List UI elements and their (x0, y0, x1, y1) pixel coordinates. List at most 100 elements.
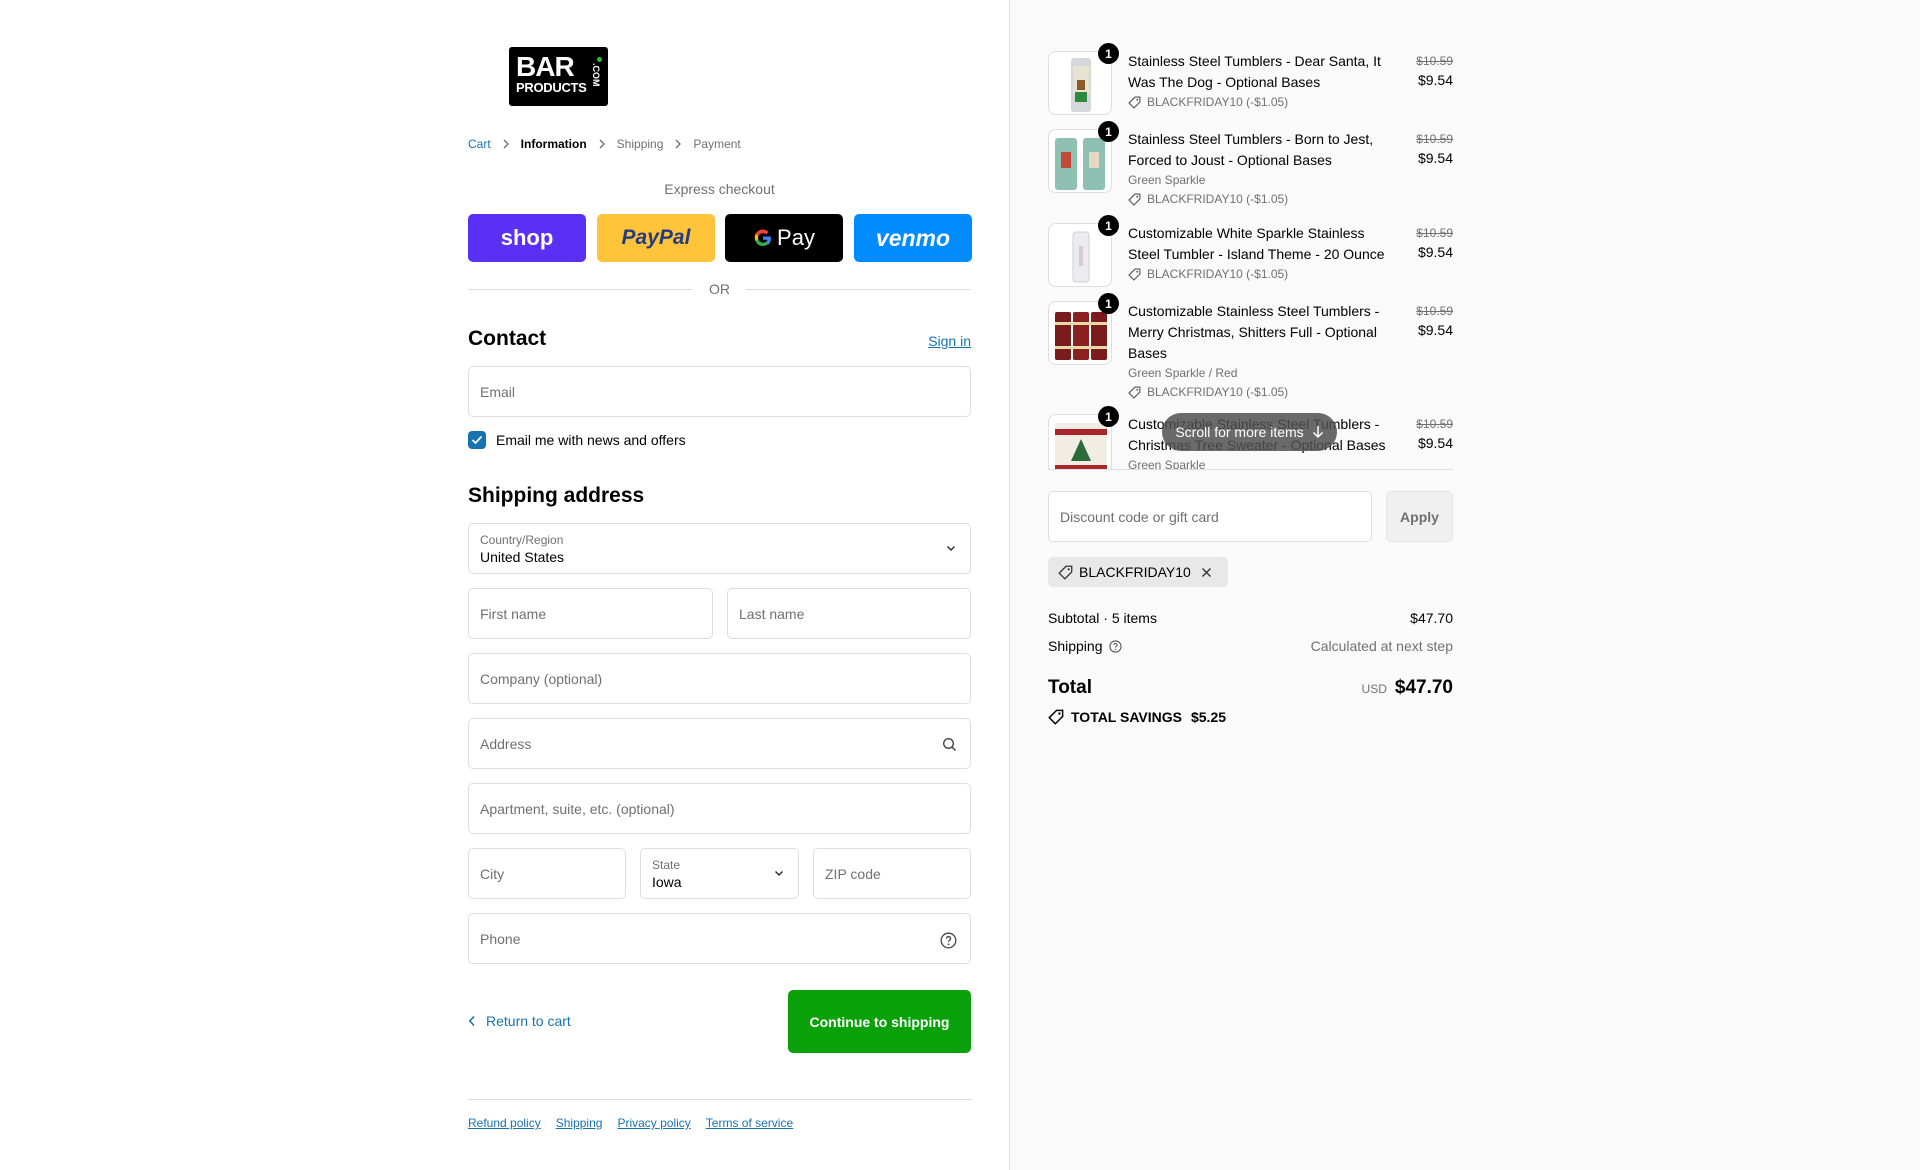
item-variant: Green Sparkle (1128, 458, 1206, 470)
apartment-field[interactable]: Apartment, suite, etc. (optional) (468, 783, 971, 834)
scroll-hint-label: Scroll for more items (1175, 424, 1304, 440)
item-discount: BLACKFRIDAY10 (-$1.05) (1128, 190, 1398, 209)
last-name-field[interactable]: Last name (727, 588, 971, 639)
total-currency: USD (1361, 682, 1387, 696)
shop-pay-button[interactable]: shop (468, 214, 586, 262)
chevron-down-icon (773, 867, 785, 879)
email-field[interactable]: Email (468, 366, 971, 417)
item-discount-text: BLACKFRIDAY10 (-$1.05) (1147, 385, 1289, 399)
footer-divider (468, 1099, 972, 1100)
or-text: OR (709, 281, 730, 297)
first-name-field[interactable]: First name (468, 588, 713, 639)
phone-field[interactable]: Phone (468, 913, 971, 964)
tag-icon (1128, 268, 1141, 281)
item-original-price: $10.59 (1416, 132, 1453, 146)
total-value: $47.70 (1394, 677, 1453, 698)
breadcrumb-information: Information (520, 137, 587, 151)
help-icon[interactable] (940, 932, 957, 949)
apply-label: Apply (1400, 508, 1439, 525)
item-name: Stainless Steel Tumblers - Dear Santa, I… (1128, 53, 1381, 90)
discount-code-input[interactable]: Discount code or gift card (1048, 491, 1372, 542)
chevron-right-icon (674, 139, 682, 149)
savings-value: $5.25 (1190, 709, 1227, 725)
checkbox-checked-icon[interactable] (468, 431, 486, 449)
order-summary-panel: 1 Stainless Steel Tumblers - Dear Santa,… (1009, 0, 1920, 1170)
google-g-icon (753, 228, 773, 248)
venmo-label: venmo (875, 224, 951, 251)
refund-policy-link[interactable]: Refund policy (468, 1116, 541, 1130)
breadcrumb: Cart Information Shipping Payment (468, 137, 741, 151)
continue-to-shipping-button[interactable]: Continue to shipping (788, 990, 971, 1053)
item-details: Customizable White Sparkle Stainless Ste… (1128, 223, 1398, 284)
cart-items-list[interactable]: 1 Stainless Steel Tumblers - Dear Santa,… (1048, 40, 1453, 470)
zip-field[interactable]: ZIP code (813, 848, 971, 899)
search-icon (942, 737, 957, 752)
newsletter-checkbox-row[interactable]: Email me with news and offers (468, 431, 686, 449)
privacy-policy-link[interactable]: Privacy policy (617, 1116, 690, 1130)
item-discount: BLACKFRIDAY10 (-$1.05) (1128, 383, 1398, 402)
item-price: $9.54 (1417, 244, 1453, 260)
chevron-right-icon (598, 139, 606, 149)
subtotal-label: Subtotal · 5 items (1048, 610, 1157, 626)
quantity-badge: 1 (1098, 121, 1119, 142)
address-field[interactable]: Address (468, 718, 971, 769)
continue-label: Continue to shipping (809, 1013, 950, 1030)
subtotal-row: Subtotal · 5 items $47.70 (1048, 610, 1453, 626)
quantity-badge: 1 (1098, 215, 1119, 236)
paypal-button[interactable]: PayPal (597, 214, 715, 262)
item-original-price: $10.59 (1416, 226, 1453, 240)
total-label: Total (1048, 677, 1092, 698)
breadcrumb-cart[interactable]: Cart (468, 137, 491, 151)
shipping-policy-link[interactable]: Shipping (556, 1116, 603, 1130)
item-discount-text: BLACKFRIDAY10 (-$1.05) (1147, 267, 1289, 281)
apply-discount-button[interactable]: Apply (1386, 491, 1453, 542)
remove-discount-icon[interactable] (1201, 567, 1218, 578)
items-divider (1048, 469, 1453, 470)
paypal-label: PayPal (621, 226, 691, 249)
google-pay-label: Pay (777, 225, 815, 250)
help-icon[interactable] (1108, 639, 1122, 653)
breadcrumb-shipping: Shipping (616, 137, 664, 151)
tag-icon (1128, 193, 1141, 206)
google-pay-button[interactable]: Pay (725, 214, 843, 262)
logo-text: BAR (516, 51, 575, 82)
scroll-for-more-button[interactable]: Scroll for more items (1162, 413, 1337, 451)
or-divider: OR (468, 280, 971, 298)
venmo-button[interactable]: venmo (854, 214, 972, 262)
item-price: $9.54 (1417, 435, 1453, 451)
chevron-right-icon (502, 139, 510, 149)
address-placeholder: Address (480, 736, 532, 752)
state-label: State (652, 858, 681, 872)
item-variant: Green Sparkle / Red (1128, 366, 1238, 380)
brand-logo[interactable]: BAR PRODUCTS .COM (509, 47, 608, 106)
logo-suffix: .COM (591, 63, 601, 87)
return-to-cart-label: Return to cart (486, 1013, 571, 1029)
first-name-placeholder: First name (480, 606, 547, 622)
item-details: Stainless Steel Tumblers - Dear Santa, I… (1128, 51, 1398, 112)
company-field[interactable]: Company (optional) (468, 653, 971, 704)
country-select[interactable]: Country/Region United States (468, 523, 971, 574)
sign-in-link[interactable]: Sign in (928, 333, 971, 349)
shipping-label: Shipping (1048, 638, 1103, 654)
item-original-price: $10.59 (1416, 417, 1453, 431)
shipping-value: Calculated at next step (1310, 638, 1453, 654)
tag-icon (1128, 96, 1141, 109)
logo-text-2: PRODUCTS (516, 80, 587, 95)
zip-placeholder: ZIP code (825, 866, 881, 882)
item-name: Customizable Stainless Steel Tumblers - … (1128, 303, 1380, 361)
state-select[interactable]: State Iowa (640, 848, 799, 899)
item-discount-text: BLACKFRIDAY10 (-$1.05) (1147, 192, 1289, 206)
tag-icon (1128, 386, 1141, 399)
phone-placeholder: Phone (480, 931, 521, 947)
contact-heading: Contact (468, 327, 547, 350)
return-to-cart-link[interactable]: Return to cart (468, 1013, 571, 1029)
item-details: Customizable Stainless Steel Tumblers - … (1128, 301, 1398, 402)
terms-of-service-link[interactable]: Terms of service (706, 1116, 793, 1130)
city-field[interactable]: City (468, 848, 626, 899)
item-original-price: $10.59 (1416, 304, 1453, 318)
city-placeholder: City (480, 866, 505, 882)
chevron-left-icon (468, 1015, 475, 1027)
applied-discount-chip: BLACKFRIDAY10 (1048, 557, 1228, 587)
newsletter-label: Email me with news and offers (496, 432, 686, 448)
item-discount: BLACKFRIDAY10 (-$1.05) (1128, 93, 1398, 112)
